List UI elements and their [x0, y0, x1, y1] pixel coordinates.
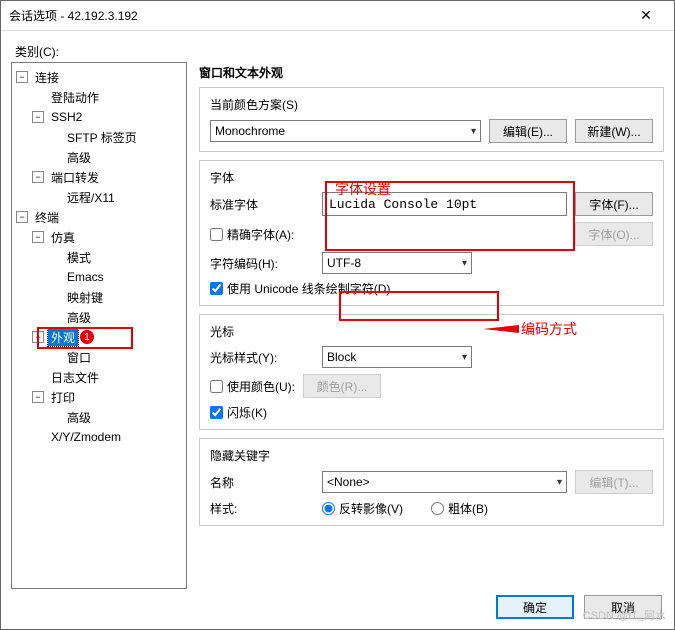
cancel-button[interactable]: 取消 [584, 595, 662, 619]
tree-logfiles[interactable]: 日志文件 [32, 367, 186, 387]
collapse-icon[interactable]: − [32, 231, 44, 243]
color-button: 颜色(R)... [303, 374, 381, 398]
unicode-lines-checkbox[interactable]: 使用 Unicode 线条绘制字符(D) [210, 280, 390, 297]
collapse-icon[interactable]: − [16, 211, 28, 223]
cursor-style-label: 光标样式(Y): [210, 349, 314, 366]
kw-name-combo[interactable]: <None> [322, 471, 567, 493]
kw-edit-button: 编辑(T)... [575, 470, 653, 494]
tree-ssh2[interactable]: −SSH2 [32, 107, 186, 127]
font-label: 标准字体 [210, 196, 314, 213]
panel-title: 窗口和文本外观 [199, 64, 664, 81]
scheme-combo[interactable]: Monochrome [210, 120, 481, 142]
cursor-fieldset: 光标 光标样式(Y): Block 使用颜色(U): 颜色(R)... 闪烁(K… [199, 314, 664, 430]
collapse-icon[interactable]: − [32, 171, 44, 183]
cursor-style-combo[interactable]: Block [322, 346, 472, 368]
tree-print[interactable]: −打印 [32, 387, 186, 407]
dialog-window: 会话选项 - 42.192.3.192 ✕ 类别(C): −连接 登陆动作 −S… [0, 0, 675, 630]
encoding-combo[interactable]: UTF-8 [322, 252, 472, 274]
dialog-buttons: 确定 取消 [11, 589, 664, 619]
tree-emacs[interactable]: Emacs [48, 267, 186, 287]
kw-name-label: 名称 [210, 474, 314, 491]
tree-appearance[interactable]: −外观1 [32, 327, 186, 347]
font-fieldset: 字体 标准字体 Lucida Console 10pt 字体(F)... 精确字… [199, 160, 664, 306]
tree-mapkeys[interactable]: 映射键 [48, 287, 186, 307]
encoding-label: 字符编码(H): [210, 255, 314, 272]
bold-radio[interactable]: 粗体(B) [431, 500, 488, 517]
close-button[interactable]: ✕ [626, 2, 666, 30]
keywords-legend: 隐藏关键字 [210, 447, 653, 464]
tree-login[interactable]: 登陆动作 [32, 87, 186, 107]
cursor-legend: 光标 [210, 323, 653, 340]
tree-sftp[interactable]: SFTP 标签页 [48, 127, 186, 147]
precise-font-checkbox[interactable]: 精确字体(A): [210, 226, 294, 243]
kw-style-label: 样式: [210, 500, 314, 517]
tree-remote[interactable]: 远程/X11 [48, 187, 186, 207]
collapse-icon[interactable]: − [32, 331, 44, 343]
keywords-fieldset: 隐藏关键字 名称 <None> 编辑(T)... 样式: 反转影像(V) 粗体(… [199, 438, 664, 526]
dialog-body: 类别(C): −连接 登陆动作 −SSH2 SFTP 标签页 高级 [1, 31, 674, 629]
collapse-icon[interactable]: − [32, 111, 44, 123]
window-title: 会话选项 - 42.192.3.192 [9, 7, 626, 24]
collapse-icon[interactable]: − [32, 391, 44, 403]
tree-adv1[interactable]: 高级 [48, 147, 186, 167]
titlebar: 会话选项 - 42.192.3.192 ✕ [1, 1, 674, 31]
font-button-2: 字体(O)... [575, 222, 653, 246]
font-display: Lucida Console 10pt [322, 192, 567, 216]
invert-radio[interactable]: 反转影像(V) [322, 500, 403, 517]
tree-connection[interactable]: −连接 [16, 67, 186, 87]
use-color-checkbox[interactable]: 使用颜色(U): [210, 378, 295, 395]
tree-terminal[interactable]: −终端 [16, 207, 186, 227]
scheme-fieldset: 当前颜色方案(S) Monochrome 编辑(E)... 新建(W)... [199, 87, 664, 152]
scheme-label: 当前颜色方案(S) [210, 96, 653, 113]
category-tree[interactable]: −连接 登陆动作 −SSH2 SFTP 标签页 高级 [11, 62, 187, 589]
font-legend: 字体 [210, 169, 653, 186]
tree-window[interactable]: 窗口 [48, 347, 186, 367]
ok-button[interactable]: 确定 [496, 595, 574, 619]
tree-adv2[interactable]: 高级 [48, 307, 186, 327]
scheme-edit-button[interactable]: 编辑(E)... [489, 119, 567, 143]
tree-portfwd[interactable]: −端口转发 [32, 167, 186, 187]
tree-mode[interactable]: 模式 [48, 247, 186, 267]
annotation-marker: 1 [80, 330, 94, 344]
tree-adv3[interactable]: 高级 [48, 407, 186, 427]
settings-panel: 窗口和文本外观 当前颜色方案(S) Monochrome 编辑(E)... 新建… [199, 62, 664, 589]
scheme-new-button[interactable]: 新建(W)... [575, 119, 653, 143]
close-icon: ✕ [640, 7, 652, 24]
tree-emulation[interactable]: −仿真 [32, 227, 186, 247]
category-label: 类别(C): [15, 43, 664, 60]
collapse-icon[interactable]: − [16, 71, 28, 83]
font-button[interactable]: 字体(F)... [575, 192, 653, 216]
tree-xyzmodem[interactable]: X/Y/Zmodem [32, 427, 186, 447]
blink-checkbox[interactable]: 闪烁(K) [210, 404, 267, 421]
